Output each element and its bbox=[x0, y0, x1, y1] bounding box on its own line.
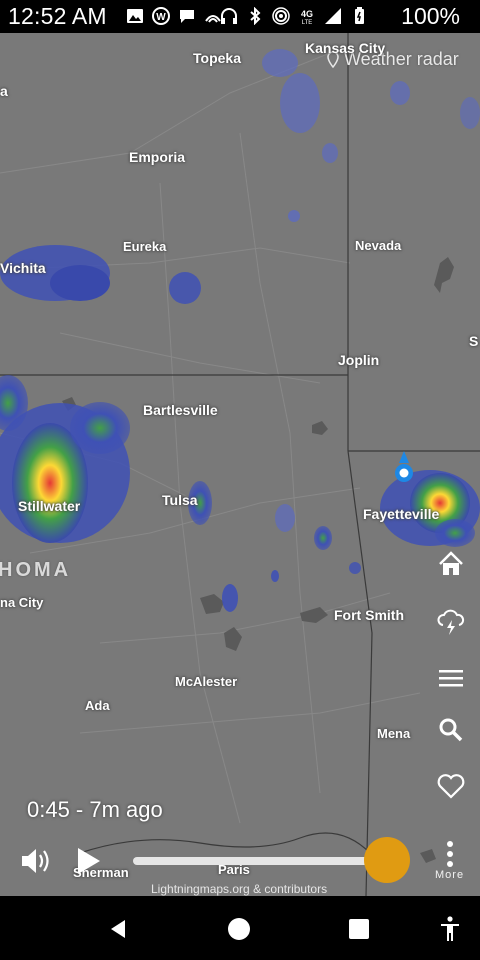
status-bar: 12:52 AM W 4G LTE 100% bbox=[0, 0, 480, 33]
bluetooth-icon bbox=[250, 7, 261, 25]
city-label: S bbox=[469, 333, 479, 349]
svg-text:LTE: LTE bbox=[302, 20, 313, 25]
city-label: Bartlesville bbox=[143, 402, 218, 418]
svg-text:W: W bbox=[156, 12, 166, 23]
home-circle-icon bbox=[228, 918, 250, 940]
signal-icon bbox=[325, 8, 341, 24]
map-attribution[interactable]: Lightningmaps.org & contributors bbox=[151, 882, 327, 896]
lightning-button[interactable] bbox=[434, 605, 468, 639]
sound-toggle-button[interactable] bbox=[18, 845, 56, 877]
city-label: Fayetteville bbox=[363, 506, 440, 522]
recents-button[interactable] bbox=[342, 912, 376, 946]
accessibility-button[interactable] bbox=[433, 912, 467, 946]
lakes bbox=[62, 257, 454, 863]
menu-button[interactable] bbox=[434, 661, 468, 695]
status-time: 12:52 AM bbox=[8, 3, 107, 29]
home-nav-button[interactable] bbox=[222, 912, 256, 946]
more-vertical-icon bbox=[447, 841, 453, 867]
battery-icon bbox=[355, 7, 364, 24]
chat-icon bbox=[180, 10, 194, 23]
city-label: Emporia bbox=[129, 149, 186, 165]
back-icon bbox=[111, 920, 125, 938]
city-label: Nevada bbox=[355, 238, 402, 253]
frame-timestamp: 0:45 - 7m ago bbox=[27, 797, 163, 822]
back-button[interactable] bbox=[101, 912, 135, 946]
home-icon bbox=[439, 551, 463, 575]
timeline-slider-knob[interactable] bbox=[364, 837, 410, 883]
city-label: Tulsa bbox=[162, 492, 198, 508]
city-label: Joplin bbox=[338, 352, 380, 368]
more-label: More bbox=[435, 869, 465, 881]
lightning-cloud-icon bbox=[437, 609, 465, 635]
city-label: Mena bbox=[377, 726, 411, 741]
play-button[interactable] bbox=[72, 845, 104, 877]
city-label: Ada bbox=[85, 698, 110, 713]
favorite-button[interactable] bbox=[434, 769, 468, 803]
wordpress-icon: W bbox=[152, 7, 170, 25]
radar-map[interactable]: Weather radar Topeka Kansas City a Empor… bbox=[0, 33, 480, 896]
volume-icon bbox=[22, 849, 49, 873]
city-label: Topeka bbox=[193, 50, 241, 66]
image-icon bbox=[127, 9, 143, 23]
search-icon bbox=[439, 718, 463, 742]
city-label: na City bbox=[0, 595, 44, 610]
system-navigation-bar bbox=[0, 896, 480, 960]
play-icon bbox=[78, 848, 100, 874]
city-label: Vichita bbox=[0, 260, 46, 276]
location-marker bbox=[395, 451, 413, 482]
more-button[interactable] bbox=[438, 837, 462, 871]
city-label: Stillwater bbox=[18, 498, 81, 514]
red-river bbox=[79, 832, 371, 854]
state-label: HOMA bbox=[0, 559, 72, 581]
4g-lte-icon: 4GLTE bbox=[301, 9, 313, 25]
city-label: Eureka bbox=[123, 239, 167, 254]
city-label: Fort Smith bbox=[334, 607, 404, 623]
accessibility-icon bbox=[441, 916, 459, 941]
menu-icon bbox=[439, 670, 463, 687]
city-label: McAlester bbox=[175, 674, 238, 689]
battery-percentage: 100% bbox=[401, 3, 460, 29]
headphones-icon bbox=[221, 8, 237, 24]
hotspot-icon bbox=[272, 7, 290, 25]
favorite-heart-icon bbox=[437, 774, 465, 799]
timeline-slider-track[interactable] bbox=[133, 857, 373, 865]
city-label: Kansas City bbox=[305, 40, 386, 56]
search-button[interactable] bbox=[434, 713, 468, 747]
recents-square-icon bbox=[349, 919, 369, 939]
home-button[interactable] bbox=[434, 547, 468, 581]
svg-text:4G: 4G bbox=[301, 9, 313, 19]
city-label: a bbox=[0, 83, 8, 99]
map-base-layer bbox=[0, 33, 480, 896]
